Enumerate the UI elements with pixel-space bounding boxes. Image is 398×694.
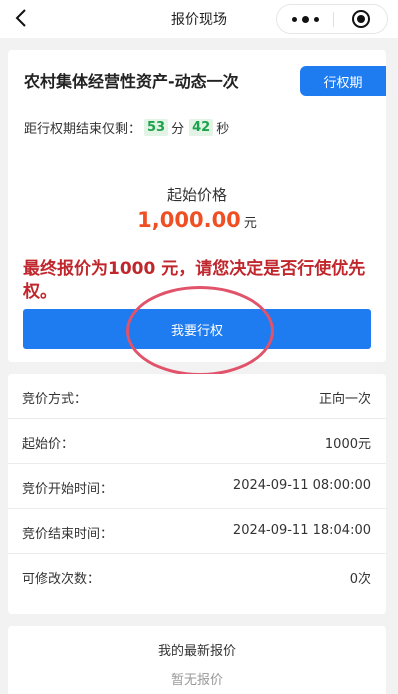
detail-row-start-price: 起始价： 1000元 xyxy=(8,419,386,464)
detail-label: 竞价开始时间： xyxy=(22,482,114,497)
exercise-right-button[interactable]: 我要行权 xyxy=(23,309,371,349)
detail-value: 2024-09-11 18:04:00 xyxy=(232,523,371,538)
countdown-minutes: 53 xyxy=(144,119,169,136)
detail-value: 正向一次 xyxy=(318,392,371,407)
my-latest-bid-title: 我的最新报价 xyxy=(157,644,236,659)
auction-details-card: 竞价方式： 正向一次 起始价： 1000元 竞价开始时间： 2024-09-11… xyxy=(8,374,386,614)
detail-row-start-time: 竞价开始时间： 2024-09-11 08:00:00 xyxy=(8,464,386,509)
start-price-unit: 元 xyxy=(243,216,257,231)
final-bid-notice: 最终报价为1000 元，请您决定是否行使优先权。 xyxy=(23,259,366,302)
detail-row-end-time: 竞价结束时间： 2024-09-11 18:04:00 xyxy=(8,509,386,554)
asset-title: 农村集体经营性资产-动态一次 xyxy=(24,72,239,91)
detail-row-modify-count: 可修改次数： 0次 xyxy=(8,554,386,599)
start-price: 1,000.00 元 xyxy=(8,208,386,232)
countdown-seconds-unit: 秒 xyxy=(216,122,230,137)
my-latest-bid-card: 我的最新报价 暂无报价 xyxy=(8,626,386,694)
detail-label: 竞价方式： xyxy=(22,392,88,407)
mini-program-capsule xyxy=(276,4,388,34)
no-bid-text: 暂无报价 xyxy=(170,673,223,688)
detail-label: 竞价结束时间： xyxy=(22,527,114,542)
countdown-seconds: 42 xyxy=(189,119,214,136)
countdown-minutes-unit: 分 xyxy=(171,122,185,137)
detail-value: 2024-09-11 08:00:00 xyxy=(232,478,371,493)
detail-label: 可修改次数： xyxy=(22,572,101,587)
detail-row-bid-method: 竞价方式： 正向一次 xyxy=(8,374,386,419)
close-mini-program-icon[interactable] xyxy=(334,5,388,33)
detail-label: 起始价： xyxy=(22,437,75,452)
start-price-label: 起始价格 xyxy=(166,186,227,204)
start-price-value: 1,000.00 xyxy=(137,208,241,232)
detail-value: 1000元 xyxy=(324,437,371,452)
countdown: 距行权期结束仅剩： 53 分 42 秒 xyxy=(24,118,229,137)
auction-status-card: 农村集体经营性资产-动态一次 行权期 距行权期结束仅剩： 53 分 42 秒 起… xyxy=(8,50,386,376)
phase-tag: 行权期 xyxy=(300,66,386,96)
detail-value: 0次 xyxy=(349,572,371,587)
nav-bar: 报价现场 xyxy=(0,0,398,38)
more-dots-icon[interactable] xyxy=(277,5,333,33)
countdown-prefix: 距行权期结束仅剩： xyxy=(24,122,142,137)
